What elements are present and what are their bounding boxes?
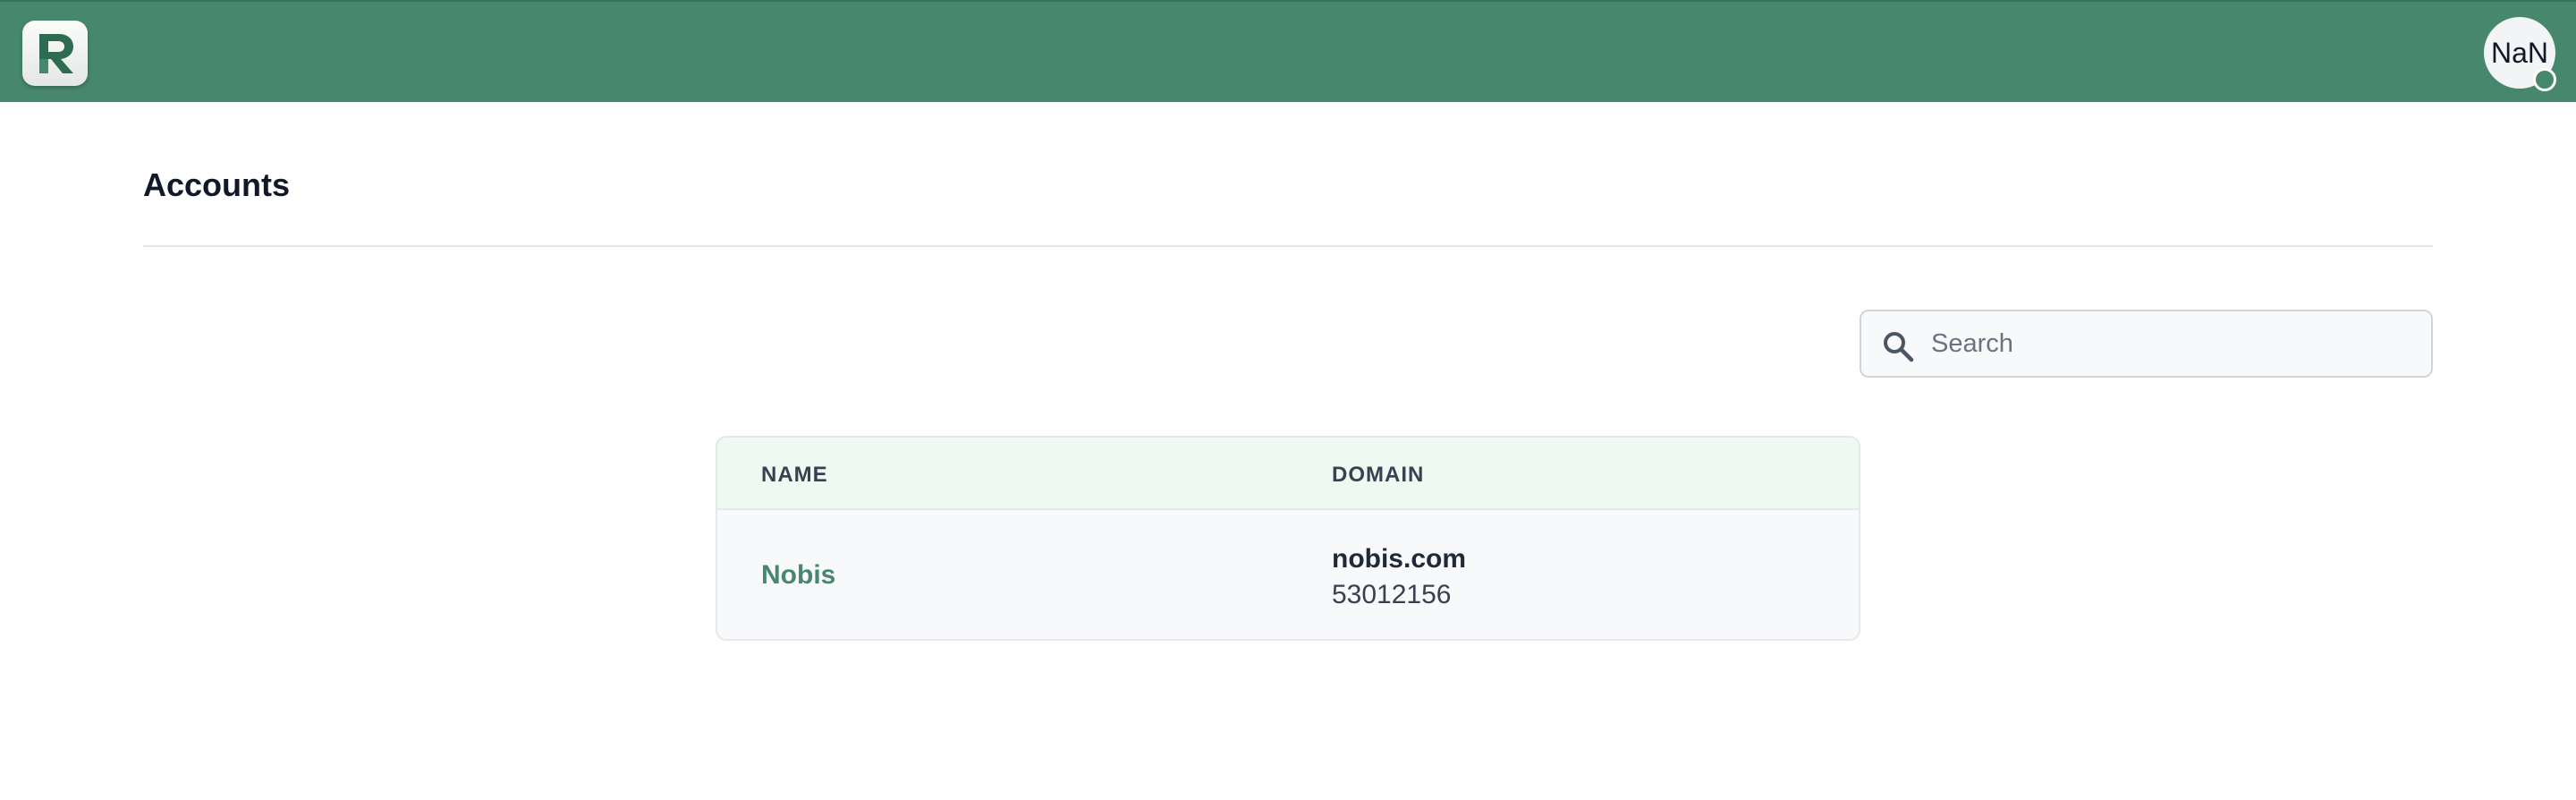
search-field[interactable]: [1860, 310, 2433, 378]
accounts-table: NAME DOMAIN Nobis nobis.com 53012156: [716, 436, 1860, 641]
column-header-name[interactable]: NAME: [761, 463, 828, 488]
search-icon: [1884, 332, 1914, 362]
online-status-indicator: [2533, 68, 2556, 91]
table-row[interactable]: Nobis nobis.com 53012156: [717, 510, 1859, 639]
app-logo[interactable]: [22, 21, 88, 86]
search-input[interactable]: [1931, 311, 2414, 376]
account-domain: nobis.com: [1332, 544, 1467, 574]
app-logo-icon: [38, 33, 73, 73]
account-name-link[interactable]: Nobis: [761, 560, 835, 591]
avatar-initials: NaN: [2490, 36, 2548, 69]
top-navigation-bar: NaN: [0, 0, 2576, 102]
column-header-domain[interactable]: DOMAIN: [1332, 463, 1424, 488]
title-divider: [143, 245, 2433, 247]
account-id: 53012156: [1332, 580, 1452, 609]
page-title: Accounts: [143, 166, 291, 203]
table-header-row: NAME DOMAIN: [717, 438, 1859, 510]
